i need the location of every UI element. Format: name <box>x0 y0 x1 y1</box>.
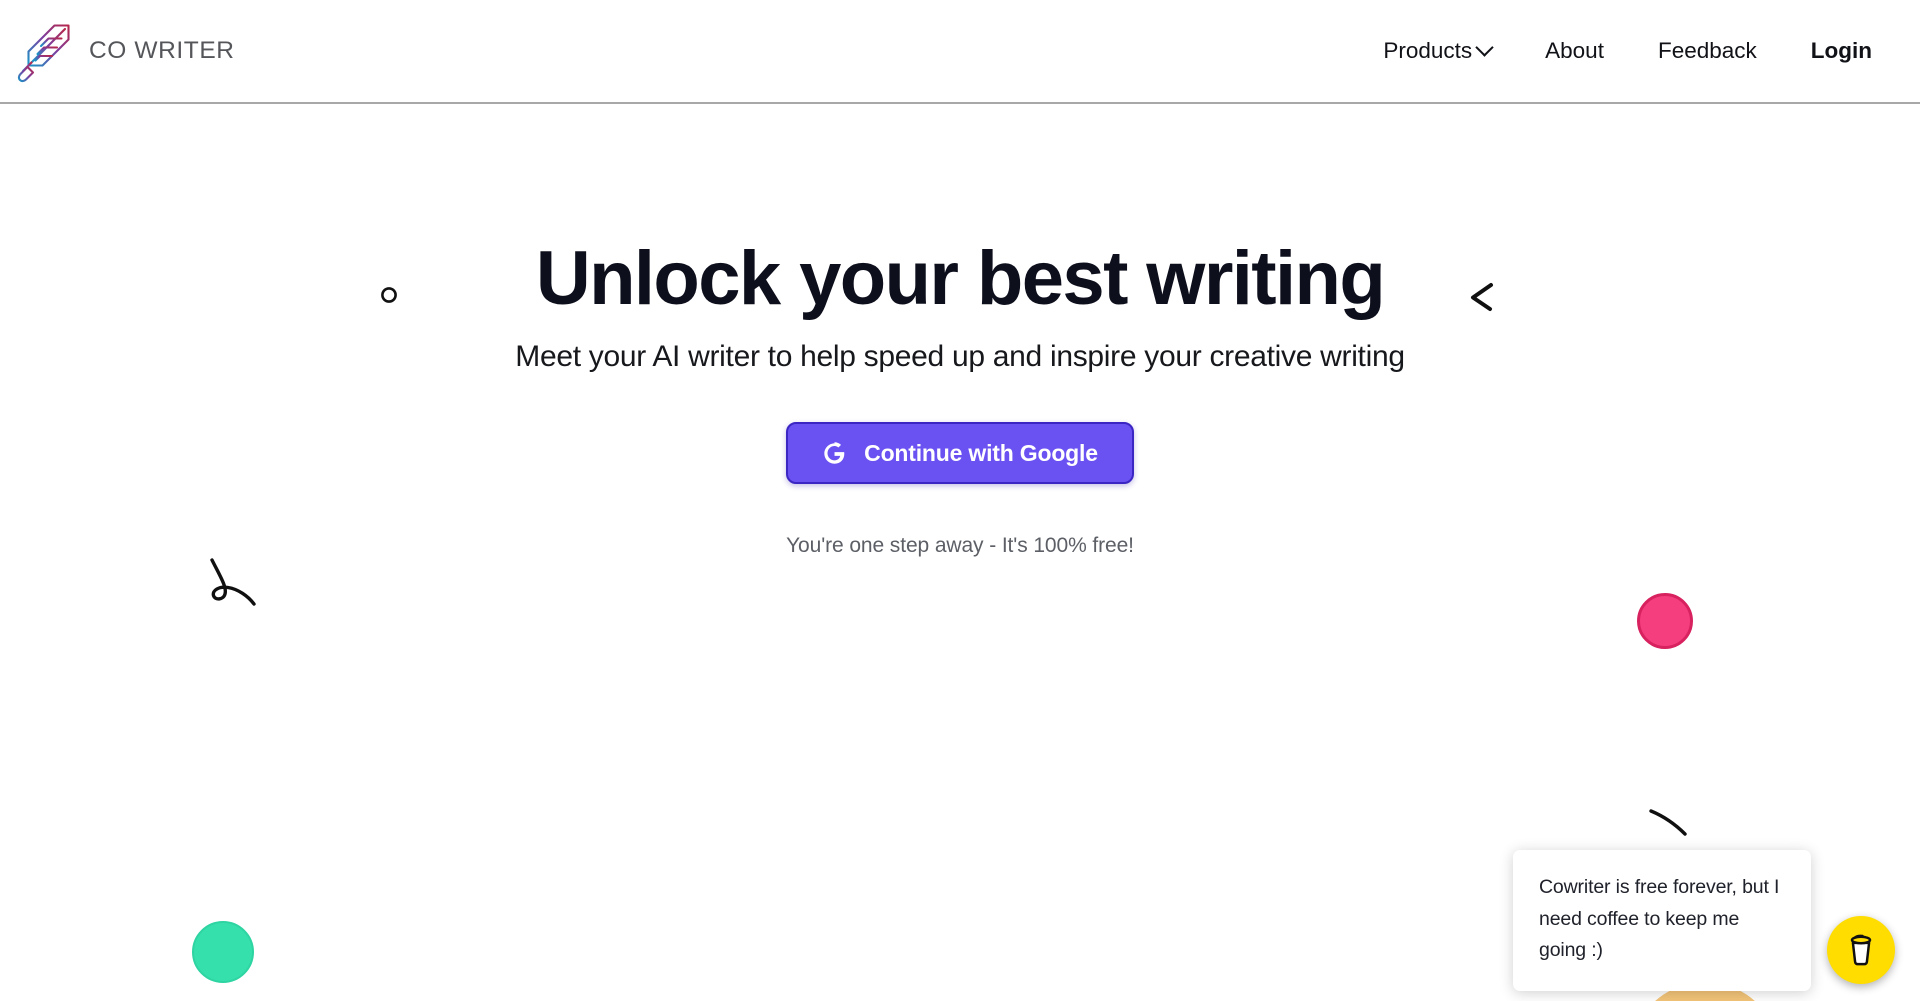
curve-stroke-doodle-icon <box>1649 809 1687 836</box>
loop-squiggle-doodle-icon <box>210 558 256 606</box>
nav-label-products: Products <box>1383 37 1473 63</box>
chevron-doodle-icon <box>1471 283 1493 311</box>
nav-label-feedback: Feedback <box>1657 37 1757 63</box>
pink-circle-decoration <box>1637 593 1693 649</box>
nav-item-products[interactable]: Products <box>1356 30 1518 73</box>
page-title: Unlock your best writing <box>535 236 1386 321</box>
coffee-tooltip: Cowriter is free forever, but I need cof… <box>1513 850 1811 991</box>
hero-subtitle: Meet your AI writer to help speed up and… <box>515 340 1405 374</box>
nav-item-login[interactable]: Login <box>1784 30 1872 73</box>
mint-circle-decoration <box>192 921 254 983</box>
landing-page: CO WRITER Products About Feedback Login <box>0 0 1920 1001</box>
continue-with-google-label: Continue with Google <box>864 439 1098 466</box>
brand-logo-link[interactable]: CO WRITER <box>14 18 235 84</box>
free-note-text: You're one step away - It's 100% free! <box>786 534 1134 558</box>
coffee-button[interactable] <box>1827 916 1895 984</box>
coffee-cup-icon <box>1850 934 1872 966</box>
feather-quill-icon <box>17 24 70 83</box>
nav-item-about[interactable]: About <box>1518 30 1631 73</box>
cta-container: Continue with Google <box>0 422 1920 485</box>
chevron-down-icon <box>1475 37 1494 57</box>
small-ring-top-left-icon <box>381 287 397 303</box>
main-navigation: Products About Feedback Login <box>1356 30 1872 73</box>
google-g-icon <box>824 441 845 464</box>
brand-name: CO WRITER <box>89 37 235 64</box>
hero-content: Unlock your best writing Meet your AI wr… <box>0 236 1920 558</box>
continue-with-google-button[interactable]: Continue with Google <box>786 422 1134 485</box>
nav-label-about: About <box>1545 37 1604 63</box>
nav-label-login: Login <box>1810 37 1872 63</box>
nav-item-feedback[interactable]: Feedback <box>1631 30 1784 73</box>
coffee-tooltip-message: Cowriter is free forever, but I need cof… <box>1539 876 1780 962</box>
site-header: CO WRITER Products About Feedback Login <box>0 0 1920 104</box>
